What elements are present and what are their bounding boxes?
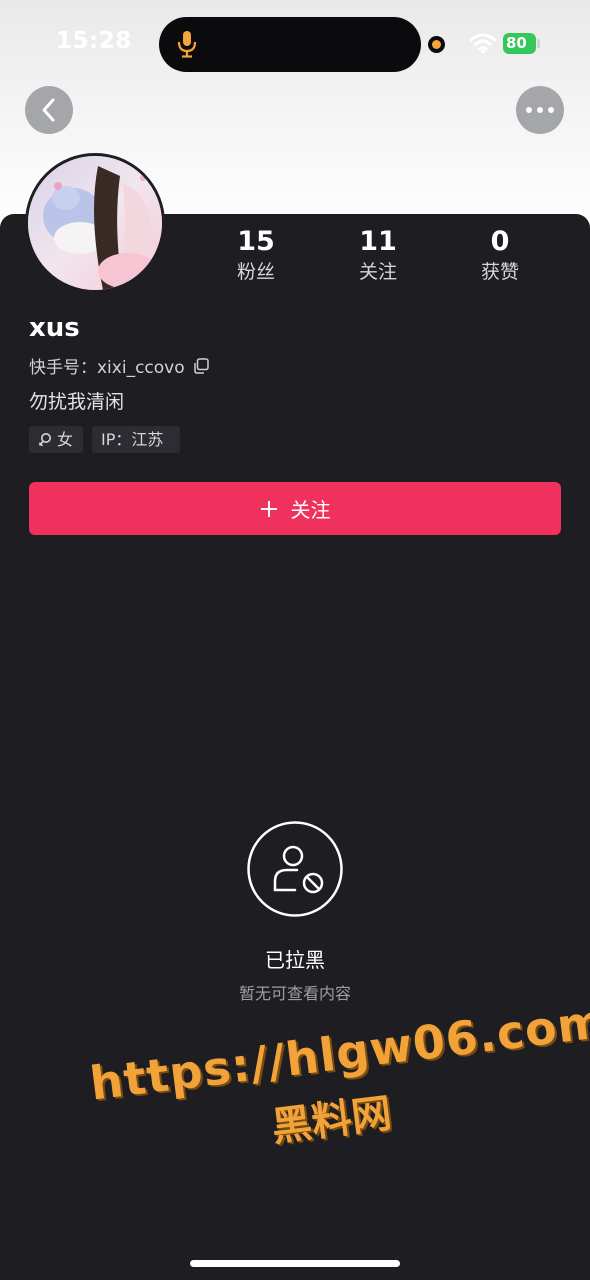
bio: 勿扰我清闲: [29, 391, 125, 413]
stat-likes-label: 获赞: [480, 261, 519, 283]
stat-followers-value: 15: [237, 226, 275, 257]
battery-level: 80: [506, 34, 527, 52]
home-indicator[interactable]: [190, 1260, 400, 1267]
more-dots-icon: [526, 107, 554, 113]
kuaishou-id[interactable]: 快手号：xixi_ccovo: [29, 353, 209, 378]
stat-following-value: 11: [359, 226, 397, 257]
dynamic-island: [159, 17, 421, 72]
stat-followers[interactable]: 15 粉丝: [201, 226, 311, 284]
chevron-left-icon: [42, 98, 55, 122]
stat-followers-label: 粉丝: [236, 261, 275, 283]
blocked-title: 已拉黑: [265, 948, 325, 972]
battery-icon: 80: [503, 33, 536, 54]
follow-button-label: 关注: [290, 498, 331, 522]
stat-following[interactable]: 11 关注: [323, 226, 433, 284]
back-button[interactable]: [25, 86, 73, 134]
camera-indicator-icon: [428, 36, 445, 53]
gender-tag: 女: [29, 426, 83, 453]
wifi-icon: [469, 33, 497, 54]
microphone-icon: [177, 31, 197, 58]
copy-icon[interactable]: [193, 357, 209, 374]
follow-button[interactable]: 关注: [29, 482, 561, 535]
avatar-image: [28, 156, 162, 290]
battery-cap: [537, 39, 540, 48]
avatar[interactable]: [25, 153, 165, 293]
gender-tag-label: 女: [57, 430, 74, 449]
more-button[interactable]: [516, 86, 564, 134]
status-time: 15:28: [56, 28, 132, 54]
stat-following-label: 关注: [358, 261, 397, 283]
plus-icon: [260, 500, 277, 517]
user-blocked-icon: [247, 821, 343, 917]
ip-tag-label: IP：江苏: [101, 430, 164, 449]
stat-likes-value: 0: [490, 226, 510, 257]
female-icon: [38, 432, 51, 446]
username: xus: [29, 313, 80, 343]
stat-likes[interactable]: 0 获赞: [445, 226, 555, 284]
ip-tag: IP：江苏: [92, 426, 180, 453]
kuaishou-id-text: 快手号：xixi_ccovo: [29, 358, 185, 378]
